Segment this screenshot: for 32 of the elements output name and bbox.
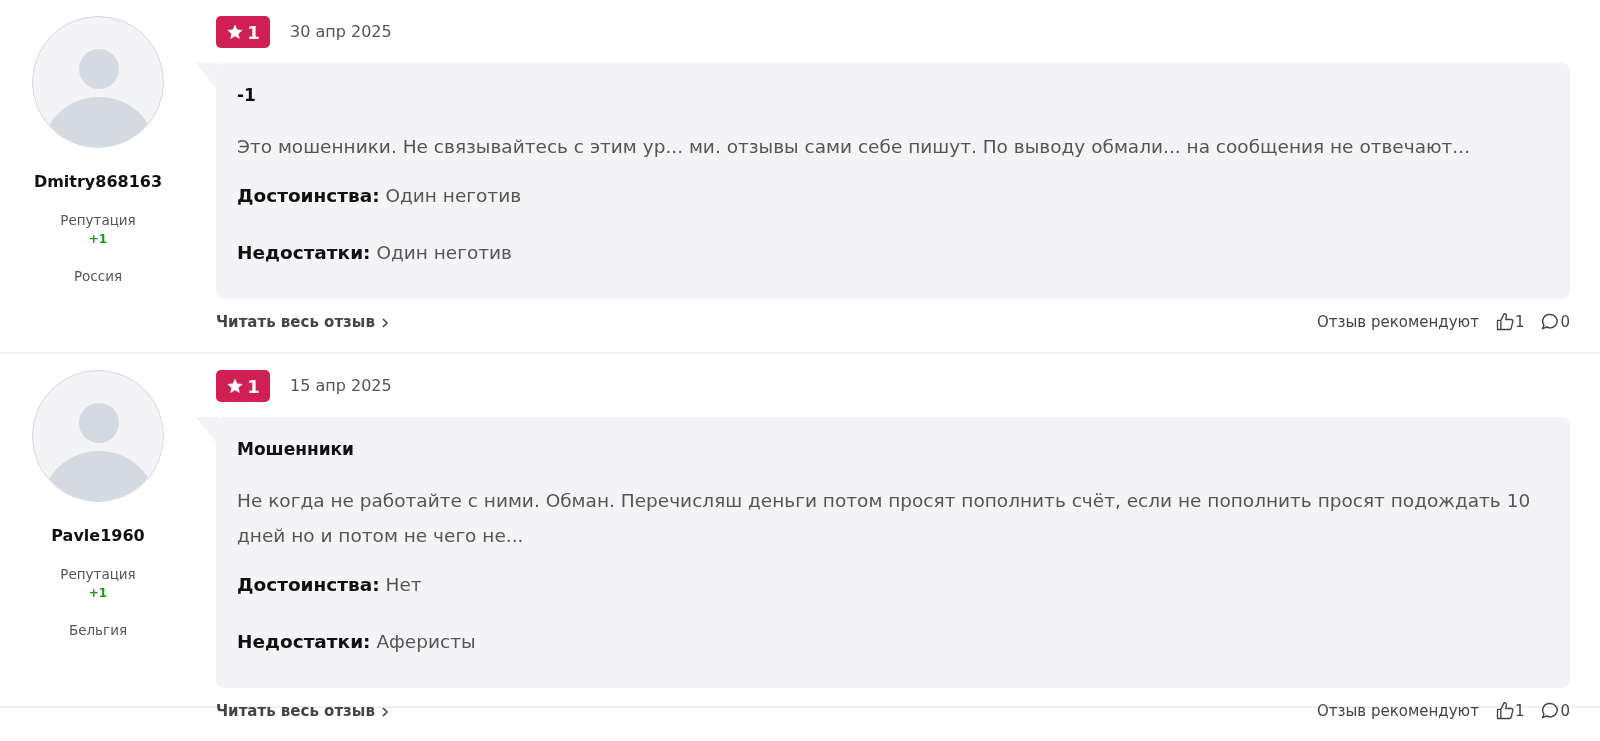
author-name[interactable]: Pavle1960 [51,524,145,548]
like-button[interactable]: 1 [1494,311,1525,334]
author-name[interactable]: Dmitry868163 [33,170,163,194]
reputation-value: +1 [88,231,108,249]
review-text: Не когда не работайте с ними. Обман. Перечисляш деньги потом просят пополнить счёт, если не пополнить просят подождать 10 дней но и потом не чего не... [237,488,1532,548]
pros-text: Достоинства: Нет [237,572,423,597]
review-text: Это мошенники. Не связывайтесь с этим ур... ми. отзывы сами себе пишут. По выводу обмали... на сообщения не отвечают... [237,134,1471,159]
review-date: 30 апр 2025 [290,21,392,43]
review-date: 15 апр 2025 [290,375,392,397]
chevron-icon [380,705,391,718]
star-icon [226,23,245,41]
cons-text: Недостатки: Один неготив [237,241,513,266]
rating-badge: 1 [216,16,270,48]
country: Россия [73,267,123,287]
rating-badge: 1 [216,370,270,402]
country: Бельгия [68,621,128,641]
reputation-value: +1 [88,585,108,603]
star-icon [226,377,245,395]
reputation-label: Репутация [60,211,136,230]
read-more-link[interactable]: Читать весь отзыв [216,311,391,334]
review-title: -1 [237,84,257,107]
recommend-label: Отзыв рекомендуют [1316,701,1479,722]
read-more-link[interactable]: Читать весь отзыв [216,700,391,723]
chevron-icon [380,316,391,329]
recommend-label: Отзыв рекомендуют [1316,312,1479,333]
pros-text: Достоинства: Один неготив [237,183,523,208]
review-title: Мошенники [237,438,356,461]
comments-button[interactable]: 0 [1540,700,1570,723]
reputation-label: Репутация [60,565,136,584]
comments-button[interactable]: 0 [1540,311,1570,334]
cons-text: Недостатки: Аферисты [237,630,477,655]
like-button[interactable]: 1 [1494,700,1525,723]
